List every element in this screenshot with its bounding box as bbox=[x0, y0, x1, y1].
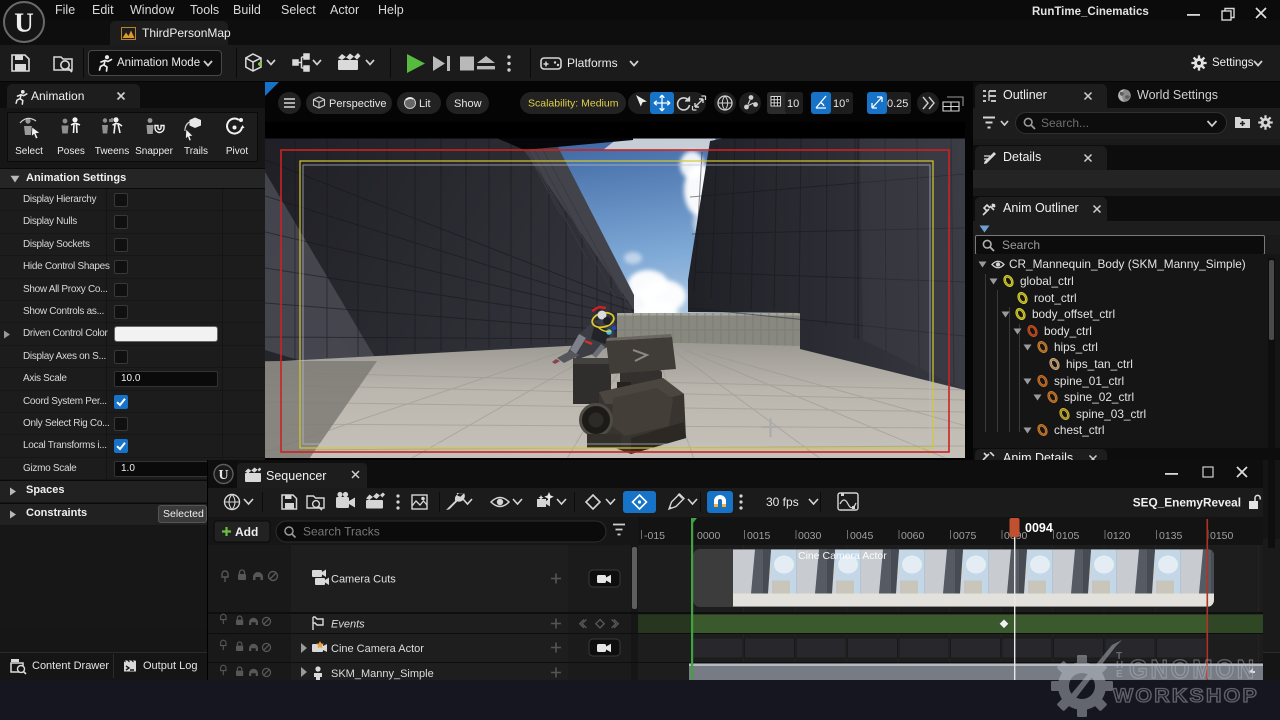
svg-text:Add: Add bbox=[235, 525, 258, 539]
svg-text:SEQ_EnemyReveal: SEQ_EnemyReveal bbox=[1133, 496, 1241, 510]
svg-text:Sequencer: Sequencer bbox=[266, 469, 326, 483]
svg-text:0094: 0094 bbox=[1025, 521, 1053, 535]
svg-text:0060: 0060 bbox=[901, 530, 925, 542]
svg-text:Scalability: Medium: Scalability: Medium bbox=[528, 98, 619, 110]
svg-text:SKM_Manny_Simple: SKM_Manny_Simple bbox=[331, 668, 434, 680]
svg-text:Show: Show bbox=[454, 98, 482, 110]
svg-text:U: U bbox=[14, 8, 34, 38]
svg-text:Camera Cuts: Camera Cuts bbox=[331, 574, 396, 586]
svg-text:0075: 0075 bbox=[953, 530, 977, 542]
svg-text:Search Tracks: Search Tracks bbox=[303, 525, 380, 539]
svg-text:0135: 0135 bbox=[1159, 530, 1183, 542]
svg-text:0015: 0015 bbox=[747, 530, 771, 542]
svg-text:0000: 0000 bbox=[697, 530, 721, 542]
svg-text:Cine Camera Actor: Cine Camera Actor bbox=[798, 550, 887, 562]
svg-text:0150: 0150 bbox=[1210, 530, 1234, 542]
svg-text:-015: -015 bbox=[644, 530, 665, 542]
svg-text:0105: 0105 bbox=[1056, 530, 1080, 542]
svg-text:WORKSHOP: WORKSHOP bbox=[1113, 686, 1259, 707]
svg-text:U: U bbox=[218, 468, 228, 483]
svg-text:30 fps: 30 fps bbox=[766, 495, 799, 509]
svg-text:E: E bbox=[1116, 669, 1123, 680]
svg-text:GNOMON: GNOMON bbox=[1129, 654, 1257, 684]
svg-text:Events: Events bbox=[331, 619, 365, 631]
svg-text:10: 10 bbox=[787, 98, 799, 110]
svg-text:Perspective: Perspective bbox=[329, 98, 386, 110]
svg-text:0045: 0045 bbox=[850, 530, 874, 542]
svg-text:10°: 10° bbox=[833, 98, 850, 110]
svg-text:0120: 0120 bbox=[1107, 530, 1131, 542]
svg-text:Cine Camera Actor: Cine Camera Actor bbox=[331, 643, 424, 655]
svg-text:0.25: 0.25 bbox=[887, 98, 908, 110]
svg-text:Lit: Lit bbox=[419, 98, 431, 110]
svg-text:0030: 0030 bbox=[798, 530, 822, 542]
